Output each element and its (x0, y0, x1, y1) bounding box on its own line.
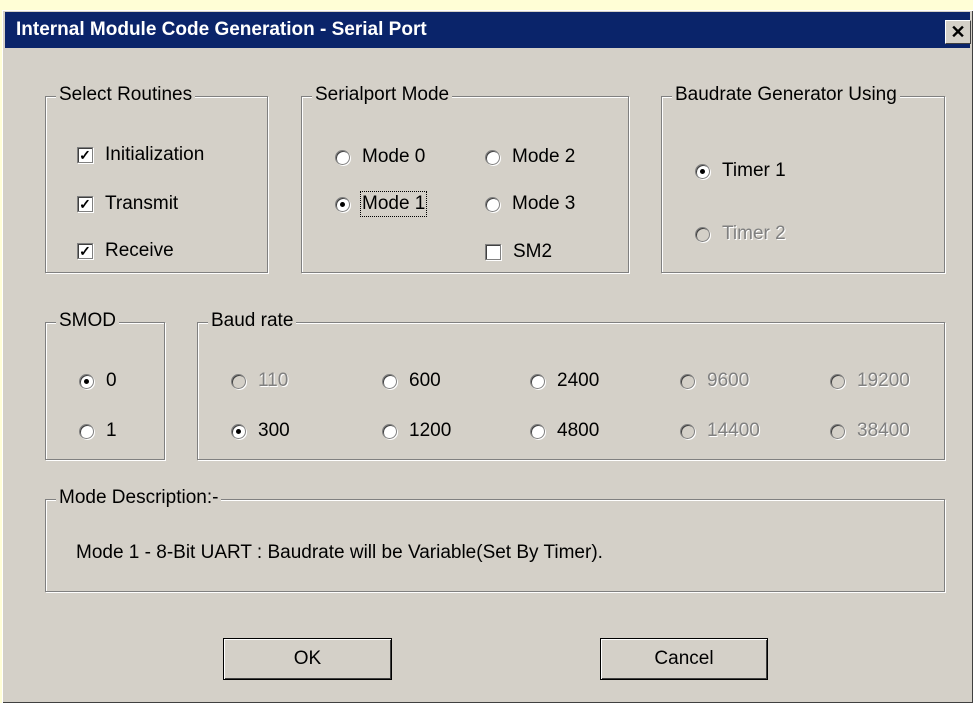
radio-label: 110 (258, 370, 289, 391)
radio-mode-3[interactable]: Mode 3 (485, 193, 575, 215)
baudrate-generator-group: Baudrate Generator Using Timer 1 Timer 2 (661, 84, 945, 273)
baud-1200-radio-button[interactable] (382, 423, 397, 439)
checkbox-label: SM2 (513, 241, 553, 262)
radio-baud-2400[interactable]: 2400 (530, 370, 599, 392)
radio-label: 0 (106, 370, 117, 391)
radio-smod-1[interactable]: 1 (79, 420, 117, 442)
baud-300-radio-button[interactable] (231, 423, 246, 439)
initialization-checkbox-box[interactable]: ✓ (77, 147, 93, 163)
radio-label: 9600 (707, 370, 750, 391)
radio-label: Timer 2 (722, 223, 786, 244)
window-title: Internal Module Code Generation - Serial… (16, 19, 427, 40)
radio-baud-38400: 38400 (830, 420, 910, 442)
smod-group: SMOD 0 1 (45, 310, 165, 460)
serialport-mode-group: Serialport Mode Mode 0 Mode 2 Mode 1 Mod… (301, 84, 629, 273)
smod-legend: SMOD (56, 310, 119, 332)
baud-9600-radio-button (680, 373, 695, 389)
mode-description-group: Mode Description:- Mode 1 - 8-Bit UART :… (45, 487, 945, 592)
mode-1-radio-button[interactable] (335, 196, 350, 212)
select-routines-group: Select Routines ✓ Initialization ✓ Trans… (45, 84, 268, 273)
ok-button[interactable]: OK (223, 638, 392, 680)
checkbox-label: Transmit (105, 193, 179, 214)
radio-label: 19200 (857, 370, 910, 391)
radio-baud-600[interactable]: 600 (382, 370, 441, 392)
radio-label: Mode 1 (359, 191, 428, 217)
radio-mode-1[interactable]: Mode 1 (335, 191, 428, 217)
mode-description-text: Mode 1 - 8-Bit UART : Baudrate will be V… (76, 542, 603, 563)
radio-label: 1200 (409, 420, 452, 441)
sm2-checkbox-box[interactable] (485, 244, 501, 260)
radio-label: 600 (409, 370, 441, 391)
timer-1-radio-button[interactable] (695, 163, 710, 179)
baud-14400-radio-button (680, 423, 695, 439)
mode-2-radio-button[interactable] (485, 149, 500, 165)
radio-label: Mode 2 (512, 146, 576, 167)
title-bar[interactable]: Internal Module Code Generation - Serial… (5, 12, 971, 48)
checkbox-label: Initialization (105, 144, 205, 165)
baud-2400-radio-button[interactable] (530, 373, 545, 389)
radio-label: 300 (258, 420, 290, 441)
dialog-window: Internal Module Code Generation - Serial… (2, 10, 973, 703)
baudrate-generator-legend: Baudrate Generator Using (672, 84, 900, 106)
radio-baud-9600: 9600 (680, 370, 749, 392)
radio-label: Mode 3 (512, 193, 576, 214)
radio-timer-2: Timer 2 (695, 223, 786, 245)
checkbox-receive[interactable]: ✓ Receive (77, 240, 174, 262)
radio-baud-110: 110 (231, 370, 288, 392)
timer-2-radio-button (695, 226, 710, 242)
radio-label: Mode 0 (362, 146, 426, 167)
radio-baud-4800[interactable]: 4800 (530, 420, 599, 442)
radio-label: 2400 (557, 370, 600, 391)
baud-rate-legend: Baud rate (208, 310, 297, 332)
smod-0-radio-button[interactable] (79, 373, 94, 389)
smod-1-radio-button[interactable] (79, 423, 94, 439)
baud-110-radio-button (231, 373, 246, 389)
baud-38400-radio-button (830, 423, 845, 439)
baud-600-radio-button[interactable] (382, 373, 397, 389)
receive-checkbox-box[interactable]: ✓ (77, 243, 93, 259)
mode-description-legend: Mode Description:- (56, 487, 222, 509)
radio-baud-300[interactable]: 300 (231, 420, 290, 442)
mode-3-radio-button[interactable] (485, 196, 500, 212)
checkbox-sm2[interactable]: SM2 (485, 241, 552, 263)
checkbox-transmit[interactable]: ✓ Transmit (77, 193, 178, 215)
radio-label: 14400 (707, 420, 760, 441)
transmit-checkbox-box[interactable]: ✓ (77, 196, 93, 212)
radio-baud-1200[interactable]: 1200 (382, 420, 451, 442)
radio-label: 38400 (857, 420, 910, 441)
radio-smod-0[interactable]: 0 (79, 370, 117, 392)
checkbox-initialization[interactable]: ✓ Initialization (77, 144, 204, 166)
baud-4800-radio-button[interactable] (530, 423, 545, 439)
radio-label: Timer 1 (722, 160, 786, 181)
mode-0-radio-button[interactable] (335, 149, 350, 165)
cancel-button[interactable]: Cancel (600, 638, 768, 680)
close-button[interactable]: ✕ (945, 20, 971, 44)
serialport-mode-legend: Serialport Mode (312, 84, 453, 106)
radio-label: 4800 (557, 420, 600, 441)
baud-rate-group: Baud rate 110 300 600 1200 2400 4800 960 (197, 310, 945, 460)
checkbox-label: Receive (105, 240, 174, 261)
select-routines-legend: Select Routines (56, 84, 196, 106)
radio-mode-0[interactable]: Mode 0 (335, 146, 425, 168)
close-icon: ✕ (950, 22, 966, 42)
radio-mode-2[interactable]: Mode 2 (485, 146, 575, 168)
radio-timer-1[interactable]: Timer 1 (695, 160, 786, 182)
radio-baud-14400: 14400 (680, 420, 760, 442)
radio-baud-19200: 19200 (830, 370, 910, 392)
radio-label: 1 (106, 420, 117, 441)
baud-19200-radio-button (830, 373, 845, 389)
